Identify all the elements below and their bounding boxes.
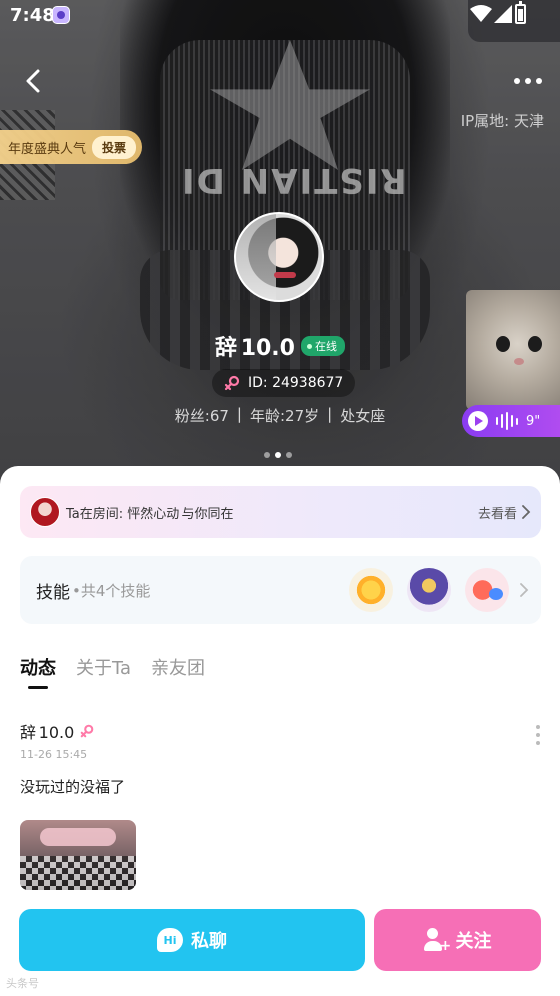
skill-game-hero-icon [407,568,451,612]
online-dot-icon [306,343,312,349]
name-row: 辞 ‍10.0 在线 [0,330,560,362]
fans-count: 粉丝:67 [174,407,229,425]
tab-about[interactable]: 关于Ta [76,654,131,680]
post-timestamp: 11-26 15:45 [20,748,88,761]
tab-moments[interactable]: 动态 [20,654,56,680]
online-label: 在线 [314,340,337,353]
hi-chat-icon: Hi [157,928,183,952]
post-more-icon[interactable] [530,724,546,746]
user-id-pill[interactable]: ID: 24938677 [212,369,356,397]
chevron-right-icon [520,583,529,597]
skills-title: 技能 [36,582,70,603]
skills-count: •共4个技能 [72,581,151,600]
annual-award-banner[interactable]: 年度盛典人气 投票 [0,130,143,164]
app-notification-icon [52,6,70,24]
post-image[interactable] [20,820,136,890]
signal-icon [494,5,512,23]
avatar[interactable] [234,212,324,302]
add-user-icon: + [423,928,451,954]
skill-chat-icon [465,568,509,612]
post-author-name: 辞 ‍10.0 [20,723,75,742]
private-chat-button[interactable]: Hi 私聊 [19,909,365,971]
ip-location: IP属地: 天津 [460,112,544,130]
wifi-icon [470,5,492,22]
profile-tabs: 动态 关于Ta 亲友团 [20,654,205,680]
female-gender-icon [81,724,94,738]
waveform-icon [496,411,518,431]
stats-separator: | [327,405,333,423]
zodiac: 处女座 [340,407,386,425]
active-tab-indicator [28,686,48,689]
online-badge: 在线 [300,336,345,356]
private-chat-label: 私聊 [191,931,227,952]
tab-friends-group[interactable]: 亲友团 [151,654,205,680]
user-id: ID: 24938677 [248,375,344,391]
back-arrow-icon[interactable] [18,64,50,98]
post-text: 没玩过的没福了 [20,778,126,796]
vote-button[interactable]: 投票 [92,135,137,159]
play-icon [468,411,488,431]
status-time: 7:48 [10,5,55,26]
room-status-text: Ta在房间: 怦然心动 与你同在 [66,506,234,522]
in-room-card[interactable]: Ta在房间: 怦然心动 与你同在 去看看 [20,486,541,538]
skill-coin-icon [349,568,393,612]
female-gender-icon [224,375,240,391]
award-label: 年度盛典人气 [8,141,87,157]
more-options-icon[interactable] [510,68,546,94]
status-bar: 7:48 [0,0,560,32]
follow-button[interactable]: + 关注 [374,909,541,971]
chevron-right-icon [522,505,531,519]
skills-card[interactable]: 技能 •共4个技能 [20,556,541,624]
cover-page-indicator [264,452,292,458]
post-author: 辞 ‍10.0 [20,719,94,743]
go-to-room-link[interactable]: 去看看 [478,503,517,522]
watermark: 头条号 [6,977,39,990]
follow-label: 关注 [455,931,492,952]
stats-separator: | [236,405,242,423]
voice-intro-button[interactable]: 9" [462,405,560,437]
battery-icon [515,1,526,24]
age: 年龄:27岁 [249,407,320,425]
voice-duration: 9" [526,413,541,429]
room-avatar [30,497,60,527]
nickname: 辞 ‍10.0 [215,336,295,361]
